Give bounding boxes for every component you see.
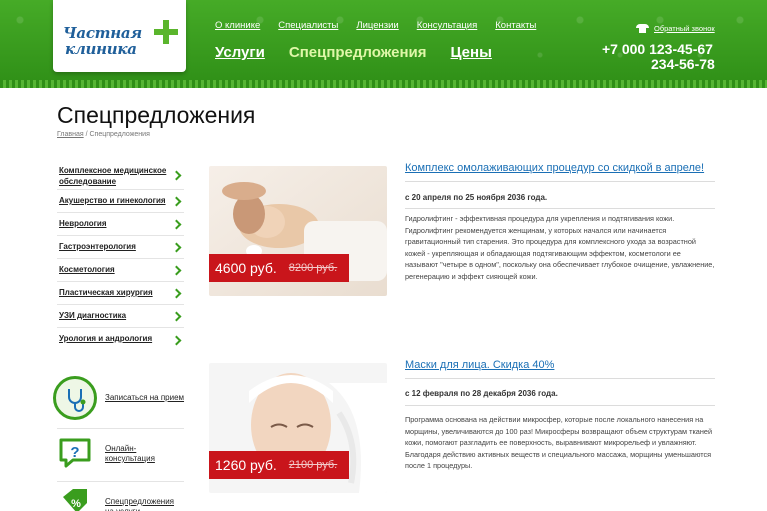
sidebar-divider xyxy=(57,481,184,482)
price-old: 2100 руб. xyxy=(288,459,338,471)
price-old: 8200 руб. xyxy=(288,262,338,274)
sidebar-item-label: Комплексное медицинское обследование xyxy=(59,166,167,186)
topnav-specialists[interactable]: Специалисты xyxy=(278,20,338,31)
main-nav: Услуги Спецпредложения Цены xyxy=(215,44,492,61)
offer-divider xyxy=(405,181,715,182)
appointment-link[interactable]: Записаться на прием xyxy=(53,376,185,420)
special-offers-link[interactable]: % Спецпредложения на услуги xyxy=(53,485,185,511)
chevron-right-icon xyxy=(172,265,182,275)
stethoscope-icon xyxy=(53,376,97,420)
percent-tag-icon: % xyxy=(53,485,97,511)
sidebar-item-label: Неврология xyxy=(59,219,107,228)
topnav-contacts[interactable]: Контакты xyxy=(495,20,536,31)
chevron-right-icon xyxy=(172,335,182,345)
topnav-consultation[interactable]: Консультация xyxy=(417,20,478,31)
question-chat-icon: ? xyxy=(53,432,97,476)
breadcrumb-home[interactable]: Главная xyxy=(57,131,84,138)
price-tag: 4600 руб. 8200 руб. xyxy=(209,254,349,282)
top-nav: О клинике Специалисты Лицензии Консульта… xyxy=(215,20,536,31)
mainnav-special-offers[interactable]: Спецпредложения xyxy=(289,44,427,61)
offer-image-massage[interactable]: 4600 руб. 8200 руб. xyxy=(209,166,387,296)
sidebar-item-plastic-surgery[interactable]: Пластическая хирургия xyxy=(57,282,184,305)
phone-icon xyxy=(636,24,649,33)
sidebar-item-label: Косметология xyxy=(59,265,115,274)
header-bottom-edge xyxy=(0,80,767,88)
chevron-right-icon xyxy=(172,170,182,180)
sidebar-item-complex-exam[interactable]: Комплексное медицинское обследование xyxy=(57,160,184,190)
online-consultation-label: Онлайн-консультация xyxy=(105,444,155,463)
online-consultation-link[interactable]: ? Онлайн-консультация xyxy=(53,432,185,476)
medical-cross-icon xyxy=(154,20,178,44)
chevron-right-icon xyxy=(172,288,182,298)
topnav-about[interactable]: О клинике xyxy=(215,20,260,31)
chevron-right-icon xyxy=(172,196,182,206)
offer-date: с 20 апреля по 25 ноября 2036 года. xyxy=(405,193,548,202)
chevron-right-icon xyxy=(172,219,182,229)
chevron-right-icon xyxy=(172,311,182,321)
page-title: Спецпредложения xyxy=(57,102,256,128)
sidebar-item-label: Гастроэнтерология xyxy=(59,242,136,251)
sidebar-item-label: Акушерство и гинекология xyxy=(59,196,166,205)
offer-title-link[interactable]: Комплекс омолаживающих процедур со скидк… xyxy=(405,162,704,174)
svg-text:?: ? xyxy=(70,444,79,461)
appointment-link-label: Записаться на прием xyxy=(105,393,185,402)
breadcrumb-current: Спецпредложения xyxy=(89,131,150,138)
svg-text:%: % xyxy=(71,498,81,510)
sidebar-item-label: УЗИ диагностика xyxy=(59,311,127,320)
sidebar-item-urology[interactable]: Урология и андрология xyxy=(57,328,184,351)
price-tag: 1260 руб. 2100 руб. xyxy=(209,451,349,479)
sidebar-item-label: Пластическая хирургия xyxy=(59,288,153,297)
sidebar-item-gynecology[interactable]: Акушерство и гинекология xyxy=(57,190,184,213)
offer-description: Программа основана на действии микросфер… xyxy=(405,415,713,470)
page: Частная клиника О клинике Специалисты Ли… xyxy=(0,0,767,511)
topnav-licenses[interactable]: Лицензии xyxy=(356,20,398,31)
header: Частная клиника О клинике Специалисты Ли… xyxy=(0,0,767,88)
callback-label: Обратный звонок xyxy=(654,24,715,33)
offer-divider xyxy=(405,405,715,406)
logo-text-line2: клиника xyxy=(65,40,137,58)
mainnav-prices[interactable]: Цены xyxy=(451,44,492,61)
chevron-right-icon xyxy=(172,242,182,252)
sidebar-item-label: Урология и андрология xyxy=(59,334,153,343)
sidebar-divider xyxy=(57,428,184,429)
offer-title-link[interactable]: Маски для лица. Скидка 40% xyxy=(405,359,554,371)
sidebar-item-gastroenterology[interactable]: Гастроэнтерология xyxy=(57,236,184,259)
offer-divider xyxy=(405,208,715,209)
sidebar-item-cosmetology[interactable]: Косметология xyxy=(57,259,184,282)
logo[interactable]: Частная клиника xyxy=(53,0,186,72)
offer-divider xyxy=(405,378,715,379)
price-new: 4600 руб. xyxy=(215,260,277,276)
sidebar-item-neurology[interactable]: Неврология xyxy=(57,213,184,236)
mainnav-services[interactable]: Услуги xyxy=(215,44,265,61)
sidebar-menu: Комплексное медицинское обследование Аку… xyxy=(57,160,184,351)
offer-image-face-mask[interactable]: 1260 руб. 2100 руб. xyxy=(209,363,387,493)
offer-description: Гидролифтинг - эффективная процедура для… xyxy=(405,214,715,281)
phone-number-1: +7 000 123-45-67 xyxy=(602,41,713,57)
sidebar-item-ultrasound[interactable]: УЗИ диагностика xyxy=(57,305,184,328)
breadcrumb: Главная / Спецпредложения xyxy=(57,131,150,138)
special-offers-label: Спецпредложения на услуги xyxy=(105,497,174,511)
phone-number-2: 234-56-78 xyxy=(651,56,715,72)
callback-link[interactable]: Обратный звонок xyxy=(636,24,715,33)
offer-date: с 12 февраля по 28 декабря 2036 года. xyxy=(405,389,558,398)
price-new: 1260 руб. xyxy=(215,457,277,473)
